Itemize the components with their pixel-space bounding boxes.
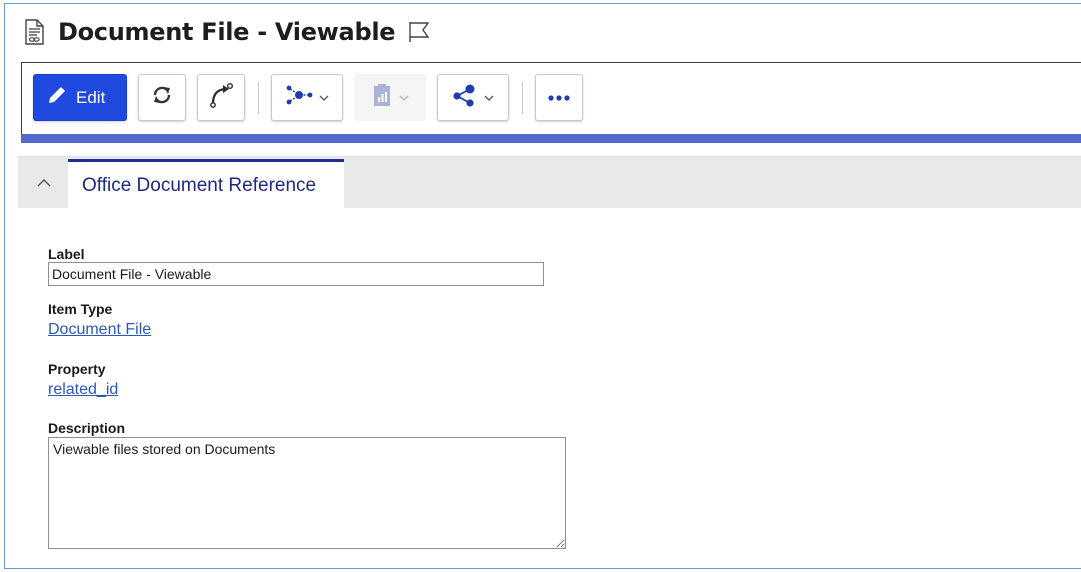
refresh-button[interactable] <box>138 74 186 121</box>
edit-label: Edit <box>76 87 106 107</box>
structure-button[interactable] <box>271 74 343 121</box>
clipboard-chart-icon <box>371 82 393 113</box>
title-bar: Document File - Viewable <box>24 12 431 52</box>
edit-button[interactable]: Edit <box>33 74 127 121</box>
item-type-link[interactable]: Document File <box>48 321 151 339</box>
form-panel: Office Document Reference Label Item Typ… <box>18 156 1081 566</box>
network-icon <box>285 83 313 112</box>
chevron-down-icon <box>319 91 329 105</box>
flag-icon[interactable] <box>407 20 431 44</box>
label-input[interactable] <box>48 262 544 286</box>
toolbar: Edit <box>21 62 1081 136</box>
chevron-down-icon <box>484 91 494 105</box>
more-button[interactable] <box>535 74 583 121</box>
toolbar-separator <box>258 81 259 114</box>
curved-arrow-icon <box>208 82 234 113</box>
more-horizontal-icon <box>547 89 571 107</box>
workflow-button[interactable] <box>197 74 245 121</box>
toolbar-separator <box>522 81 523 114</box>
property-caption: Property <box>48 361 106 377</box>
tab-office-document-reference[interactable]: Office Document Reference <box>68 159 344 209</box>
tab-strip: Office Document Reference <box>18 156 1081 209</box>
property-link[interactable]: related_id <box>48 381 118 399</box>
collapse-button[interactable] <box>32 171 56 195</box>
form-body: Label Item Type Document File Property r… <box>18 208 1081 566</box>
toolbar-accent-bar <box>21 134 1081 143</box>
pencil-icon <box>46 84 68 111</box>
document-link-icon <box>24 17 48 47</box>
page-title: Document File - Viewable <box>58 18 396 46</box>
chevron-up-icon <box>37 174 51 192</box>
share-button[interactable] <box>437 74 509 121</box>
refresh-icon <box>150 83 174 112</box>
chevron-down-icon <box>399 91 409 105</box>
description-caption: Description <box>48 420 126 436</box>
reports-button[interactable] <box>354 74 426 121</box>
label-field-caption: Label <box>48 246 85 262</box>
description-textarea[interactable]: Viewable files stored on Documents <box>48 437 566 549</box>
share-icon <box>452 83 478 112</box>
item-type-caption: Item Type <box>48 301 113 317</box>
